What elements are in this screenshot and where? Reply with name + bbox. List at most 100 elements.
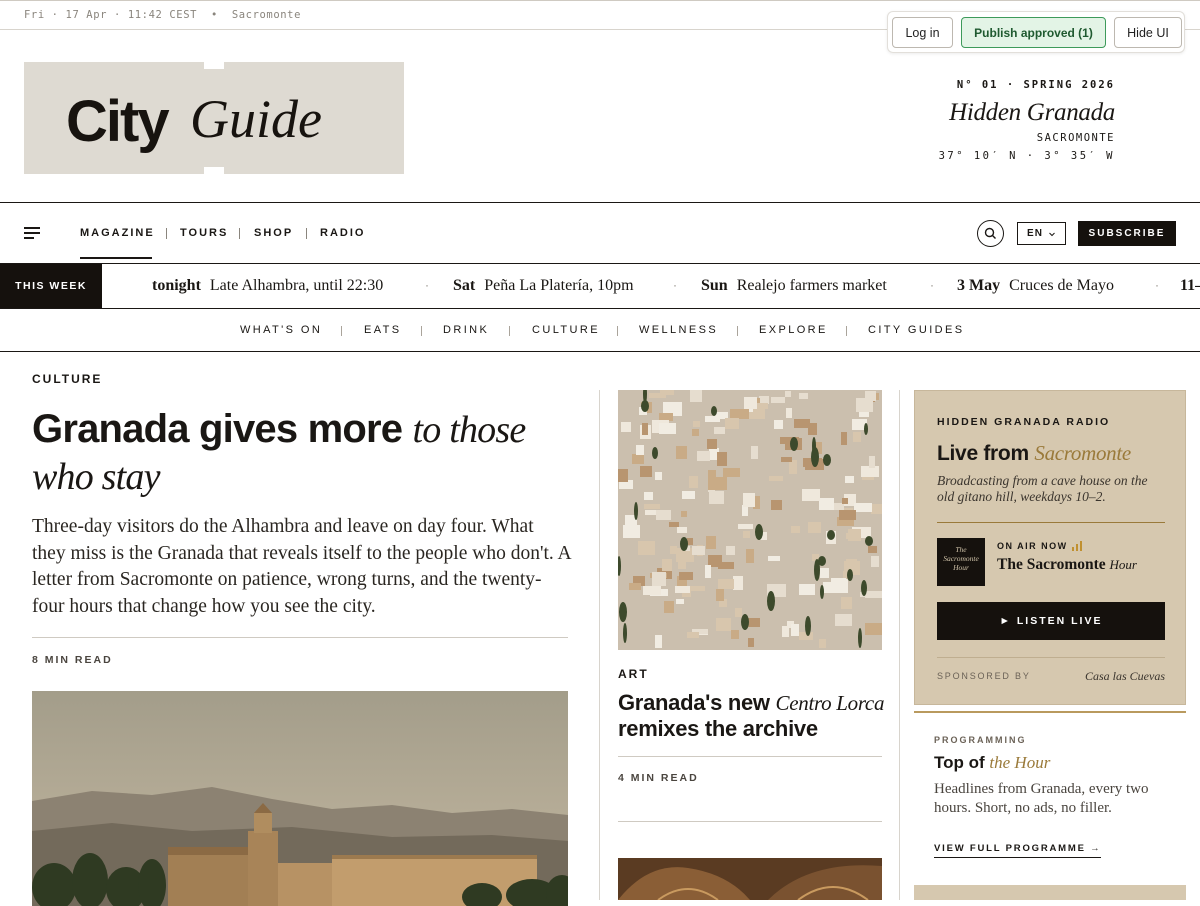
lead-dek: Three-day visitors do the Alhambra and l…: [32, 516, 571, 617]
next-promo-card: [914, 885, 1186, 900]
language-code: EN: [1027, 228, 1043, 239]
search-icon: [984, 227, 996, 239]
language-selector[interactable]: EN: [1017, 222, 1066, 245]
main-navigation: MAGAZINE TOURS SHOP RADIO EN SUBSCRIBE: [0, 202, 1200, 264]
ticker-separator: ·: [673, 278, 677, 292]
ticker-item[interactable]: 11–: [1180, 277, 1200, 295]
issue-location: SACROMONTE: [1036, 132, 1115, 144]
show-name-italic: Hour: [1109, 557, 1137, 572]
login-button[interactable]: Log in: [892, 17, 953, 48]
ticker-separator: ·: [930, 278, 934, 292]
nav-item-magazine[interactable]: MAGAZINE: [80, 227, 155, 239]
category-whats-on[interactable]: WHAT'S ON: [240, 324, 322, 336]
subscribe-button[interactable]: SUBSCRIBE: [1078, 221, 1176, 246]
current-location: Sacromonte: [231, 9, 302, 21]
category-eats[interactable]: EATS: [364, 324, 402, 336]
nav-separator: [306, 228, 307, 239]
category-separator: [846, 326, 847, 336]
dateline: Fri · 17 Apr · 11:42 CEST • Sacromonte: [24, 9, 301, 21]
programme-title-bold: Top of: [934, 753, 985, 772]
programme-kicker: PROGRAMMING: [934, 735, 1027, 745]
publish-approved-button[interactable]: Publish approved (1): [961, 17, 1106, 48]
nav-separator: [166, 228, 167, 239]
granada-aerial-photo: [618, 390, 882, 650]
lead-kicker[interactable]: CULTURE: [32, 372, 102, 386]
issue-info: N° 01 · SPRING 2026 Hidden Granada SACRO…: [938, 79, 1116, 162]
chevron-down-icon: [1049, 232, 1055, 236]
logo-word-guide: Guide: [190, 89, 322, 149]
programme-title-italic: the Hour: [989, 753, 1051, 772]
programme-description: Headlines from Granada, every two hours.…: [934, 781, 1149, 816]
separator-bullet: •: [210, 9, 218, 21]
radio-title: Live from Sacromonte: [937, 441, 1131, 466]
menu-icon[interactable]: [24, 227, 40, 239]
category-city-guides[interactable]: CITY GUIDES: [868, 324, 965, 336]
divider: [618, 756, 882, 757]
issue-coordinates: 37° 10′ N · 3° 35′ W: [938, 150, 1115, 162]
hero-image-alhambra[interactable]: [32, 691, 568, 906]
aerial-city-image[interactable]: [618, 390, 882, 650]
divider: [937, 522, 1165, 523]
listen-live-button[interactable]: ► LISTEN LIVE: [937, 602, 1165, 640]
category-explore[interactable]: EXPLORE: [759, 324, 828, 336]
divider: [32, 637, 568, 638]
secondary-read-time: 4 MIN READ: [618, 772, 699, 784]
view-full-programme-link[interactable]: VIEW FULL PROGRAMME →: [934, 843, 1102, 858]
title-rest: remixes the archive: [618, 716, 818, 741]
radio-kicker: HIDDEN GRANADA RADIO: [937, 416, 1111, 428]
category-drink[interactable]: DRINK: [443, 324, 489, 336]
nav-item-radio[interactable]: RADIO: [320, 227, 365, 239]
arch-photo: [618, 858, 882, 900]
divider: [618, 821, 882, 822]
ticker-what: Late Alhambra, until 22:30: [209, 277, 384, 294]
this-week-ticker: THIS WEEK tonight Late Alhambra, until 22…: [0, 264, 1200, 309]
ticker-what: Realejo farmers market: [736, 277, 887, 294]
search-button[interactable]: [977, 220, 1004, 247]
radio-description: Broadcasting from a cave house on the ol…: [937, 473, 1148, 504]
sponsor-name[interactable]: Casa las Cuevas: [1085, 669, 1165, 684]
next-story-image[interactable]: [618, 858, 882, 900]
nav-separator: [239, 228, 240, 239]
lead-headline[interactable]: Granada gives more to those who stay: [32, 406, 572, 500]
category-separator: [509, 326, 510, 336]
issue-title: Hidden Granada: [949, 99, 1115, 126]
column-divider: [599, 390, 600, 900]
nav-item-shop[interactable]: SHOP: [254, 227, 293, 239]
category-culture[interactable]: CULTURE: [532, 324, 600, 336]
active-nav-indicator: [80, 257, 152, 259]
radio-promo-panel: HIDDEN GRANADA RADIO Live from Sacromont…: [914, 390, 1186, 705]
admin-toolbar: Log in Publish approved (1) Hide UI: [887, 11, 1185, 53]
category-separator: [421, 326, 422, 336]
hide-ui-button[interactable]: Hide UI: [1114, 17, 1182, 48]
category-separator: [617, 326, 618, 336]
sponsor-label: SPONSORED BY: [937, 671, 1031, 681]
ticker-when: Sun: [701, 277, 728, 294]
equalizer-icon: [1072, 541, 1084, 551]
ticker-when: tonight: [152, 277, 201, 294]
ticker-when: Sat: [453, 277, 476, 294]
column-divider: [899, 390, 900, 900]
title-bold: Granada's new: [618, 690, 770, 715]
site-logo[interactable]: City Guide: [24, 62, 404, 174]
category-navigation: WHAT'S ON EATS DRINK CULTURE WELLNESS EX…: [0, 309, 1200, 352]
ticker-item[interactable]: Sun Realejo farmers market: [701, 277, 887, 295]
divider: [937, 657, 1165, 658]
secondary-kicker[interactable]: ART: [618, 667, 649, 681]
programme-title[interactable]: Top of the Hour: [934, 753, 1050, 773]
ticker-label: THIS WEEK: [0, 264, 102, 308]
on-air-label: ON AIR NOW: [997, 541, 1068, 551]
show-name-bold: The Sacromonte: [997, 556, 1106, 573]
ticker-what: Peña La Platería, 10pm: [484, 277, 634, 294]
ticker-separator: ·: [425, 278, 429, 292]
ticker-item[interactable]: tonight Late Alhambra, until 22:30: [152, 277, 383, 295]
ticker-item[interactable]: 3 May Cruces de Mayo: [957, 277, 1114, 295]
nav-item-tours[interactable]: TOURS: [180, 227, 228, 239]
category-separator: [341, 326, 342, 336]
issue-number: N° 01 · SPRING 2026: [956, 79, 1115, 91]
ticker-separator: ·: [1155, 278, 1159, 292]
radio-title-italic: Sacromonte: [1034, 441, 1131, 465]
category-wellness[interactable]: WELLNESS: [639, 324, 718, 336]
secondary-headline[interactable]: Granada's new Centro Lorca remixes the a…: [618, 690, 888, 742]
logo-notch-bottom: [204, 167, 224, 174]
ticker-item[interactable]: Sat Peña La Platería, 10pm: [453, 277, 634, 295]
